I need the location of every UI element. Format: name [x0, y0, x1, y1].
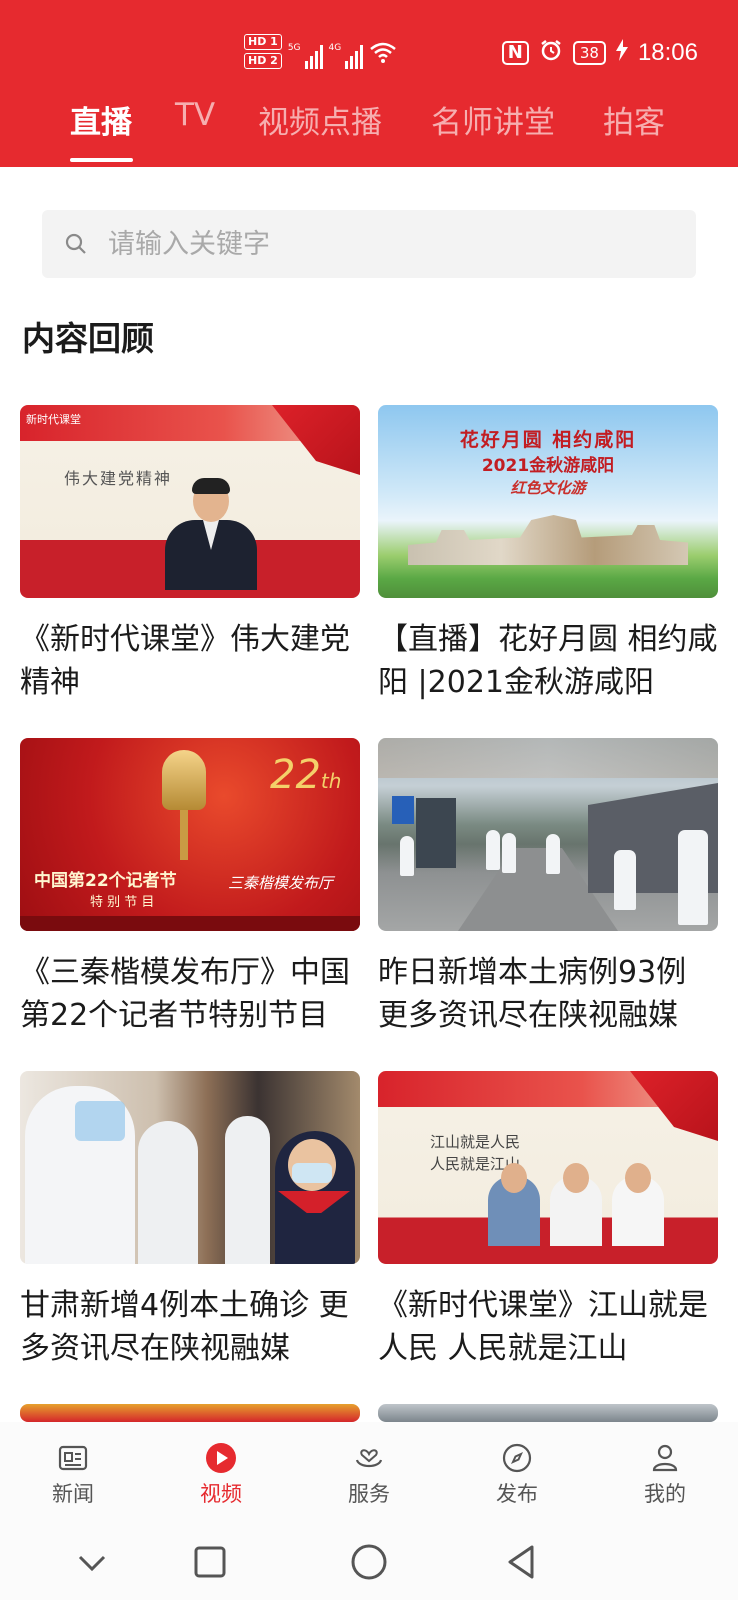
parking-sign [392, 796, 414, 824]
nav-video[interactable]: 视频 [176, 1442, 266, 1508]
charging-icon [615, 39, 628, 67]
recent-apps-icon[interactable] [188, 1540, 232, 1584]
microphone-image [162, 750, 206, 810]
nav-mine[interactable]: 我的 [620, 1442, 710, 1508]
thumb-subheading: 2021金秋游咸阳 [481, 456, 615, 476]
video-thumbnail[interactable]: 花好月圆 相约咸阳 2021金秋游咸阳 红色文化游 [378, 405, 718, 598]
back-icon[interactable] [500, 1540, 544, 1584]
video-card[interactable] [20, 1404, 360, 1422]
video-thumbnail[interactable]: 22th 中国第22个记者节 特 别 节 目 三秦楷模发布厅 [20, 738, 360, 931]
video-title[interactable]: 昨日新增本土病例93例 更多资讯尽在陕视融媒 [378, 951, 718, 1037]
service-icon [355, 1449, 383, 1468]
active-tab-indicator [70, 158, 133, 162]
news-icon [58, 1445, 88, 1471]
battery-icon: 38 [572, 41, 606, 65]
video-title[interactable]: 【直播】花好月圆 相约咸阳 |2021金秋游咸阳 [378, 618, 718, 704]
status-bar: HD 1 HD 2 5G 4G N 38 18:06 [0, 28, 738, 80]
nfc-icon: N [501, 41, 529, 65]
thumb-caption: 伟大建党精神 [64, 469, 173, 488]
system-nav-bar [0, 1524, 738, 1600]
video-card[interactable]: 昨日新增本土病例93例 更多资讯尽在陕视融媒 [378, 738, 718, 1037]
nav-news[interactable]: 新闻 [28, 1442, 118, 1508]
bottom-nav: 新闻 视频 服务 发布 我的 [0, 1422, 738, 1524]
search-input[interactable] [108, 210, 668, 278]
collapse-chevron-icon[interactable] [70, 1540, 114, 1584]
nav-label: 服务 [348, 1482, 390, 1506]
video-card[interactable]: 花好月圆 相约咸阳 2021金秋游咸阳 红色文化游 【直播】花好月圆 相约咸阳 … [378, 405, 718, 704]
nav-service[interactable]: 服务 [324, 1442, 414, 1508]
video-thumbnail[interactable] [20, 1071, 360, 1264]
speaker-image [165, 478, 257, 590]
hd2-badge: HD 2 [244, 53, 282, 69]
search-bar[interactable] [42, 210, 696, 278]
video-title[interactable]: 《新时代课堂》伟大建党精神 [20, 618, 360, 704]
thumb-tagline: 红色文化游 [510, 479, 586, 497]
thumb-logo: 新时代课堂 [26, 413, 81, 426]
tab-paike[interactable]: 拍客 [603, 97, 665, 142]
video-card[interactable]: 甘肃新增4例本土确诊 更多资讯尽在陕视融媒 [20, 1071, 360, 1370]
status-right: N 38 18:06 [501, 38, 698, 68]
thumb-heading: 中国第22个记者节 [34, 871, 177, 891]
nav-publish[interactable]: 发布 [472, 1442, 562, 1508]
wifi-icon [369, 40, 397, 69]
video-thumbnail[interactable] [20, 1404, 360, 1422]
nav-label: 发布 [496, 1482, 538, 1506]
nav-label: 新闻 [52, 1482, 94, 1506]
video-title[interactable]: 甘肃新增4例本土确诊 更多资讯尽在陕视融媒 [20, 1284, 360, 1370]
clock: 18:06 [637, 39, 698, 66]
compass-icon [502, 1443, 532, 1473]
tab-live[interactable]: 直播 [70, 97, 132, 142]
nav-label: 视频 [200, 1482, 242, 1506]
video-title[interactable]: 《新时代课堂》江山就是人民 人民就是江山 [378, 1284, 718, 1370]
section-title: 内容回顾 [22, 319, 154, 358]
hd-badges: HD 1 HD 2 [244, 34, 282, 69]
search-icon [65, 233, 86, 254]
thumb-subheading: 特 别 节 目 [90, 895, 155, 910]
signal-4g-icon: 4G [329, 43, 364, 69]
video-thumbnail[interactable]: 江山就是人民 人民就是江山 [378, 1071, 718, 1264]
video-card[interactable] [378, 1404, 718, 1422]
tab-teacher-hall[interactable]: 名师讲堂 [431, 97, 555, 142]
signal-area: HD 1 HD 2 5G 4G [244, 34, 397, 69]
alarm-icon [539, 38, 563, 68]
video-thumbnail[interactable] [378, 738, 718, 931]
thumb-heading: 江山就是人民 [430, 1133, 521, 1151]
video-play-icon [206, 1443, 236, 1473]
video-title[interactable]: 《三秦楷模发布厅》中国第22个记者节特别节目 [20, 951, 360, 1037]
signal-5g-icon: 5G [288, 43, 323, 69]
app-header: HD 1 HD 2 5G 4G N 38 18:06 直播 TV 视频点播 名师… [0, 0, 738, 167]
user-icon [652, 1444, 678, 1472]
video-card[interactable]: 22th 中国第22个记者节 特 别 节 目 三秦楷模发布厅 《三秦楷模发布厅》… [20, 738, 360, 1037]
top-tabs: 直播 TV 视频点播 名师讲堂 拍客 [0, 97, 738, 157]
video-thumbnail[interactable]: 新时代课堂 伟大建党精神 [20, 405, 360, 598]
nav-label: 我的 [644, 1482, 686, 1506]
tab-tv[interactable]: TV [175, 97, 215, 133]
thumb-heading: 花好月圆 相约咸阳 [459, 429, 637, 451]
home-icon[interactable] [347, 1540, 391, 1584]
video-card[interactable]: 新时代课堂 伟大建党精神 《新时代课堂》伟大建党精神 [20, 405, 360, 704]
video-card[interactable]: 江山就是人民 人民就是江山 《新时代课堂》江山就是人民 人民就是江山 [378, 1071, 718, 1370]
thumb-number: 22th [270, 752, 342, 798]
city-skyline-image [408, 515, 688, 565]
hd1-badge: HD 1 [244, 34, 282, 50]
thumb-program-name: 三秦楷模发布厅 [228, 874, 334, 892]
tab-vod[interactable]: 视频点播 [258, 97, 382, 142]
video-thumbnail[interactable] [378, 1404, 718, 1422]
